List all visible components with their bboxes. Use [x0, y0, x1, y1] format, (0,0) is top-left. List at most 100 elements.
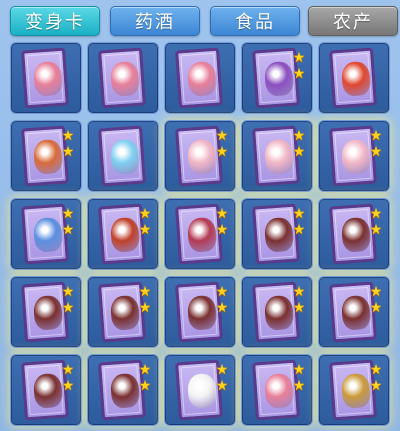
item-grid: ★ ★ ★ ★ ★ ★ ★ ★ ★ ★ ★ ★ ★ ★ ★ ★ ★ ★ ★ ★ ★ ★ ★ ★ ★ ★ ★ ★ ★ ★ ★ ★ ★ ★ ★ ★ ★ ★ ★ ★ [10, 42, 396, 431]
item-slot[interactable]: ★ ★ [318, 276, 390, 348]
dark-angel-icon [32, 372, 64, 409]
star-icon: ★ [292, 128, 306, 144]
dark-angel-icon [340, 294, 372, 331]
star-rating: ★ ★ [215, 285, 231, 317]
star-icon: ★ [369, 206, 383, 222]
star-icon: ★ [138, 284, 152, 300]
star-rating: ★ ★ [215, 207, 231, 239]
item-slot[interactable]: ★ ★ [10, 354, 82, 426]
pink-bear-icon [109, 60, 141, 97]
dark-angel-icon [340, 216, 372, 253]
item-slot[interactable]: ★ ★ [164, 354, 236, 426]
star-rating: ★ ★ [61, 363, 77, 395]
star-rating: ★ ★ [292, 51, 308, 83]
star-icon: ★ [138, 300, 152, 316]
star-rating: ★ ★ [61, 285, 77, 317]
star-icon: ★ [292, 300, 306, 316]
item-slot[interactable]: ★ ★ [241, 42, 313, 114]
transform-card [21, 47, 69, 109]
item-slot[interactable]: ★ ★ [241, 120, 313, 192]
star-rating: ★ ★ [61, 207, 77, 239]
pink-bear-icon [32, 60, 64, 97]
star-icon: ★ [369, 144, 383, 160]
star-rating: ★ ★ [369, 285, 385, 317]
star-icon: ★ [215, 284, 229, 300]
star-icon: ★ [292, 362, 306, 378]
dark-angel-icon [263, 216, 295, 253]
star-rating: ★ ★ [292, 285, 308, 317]
star-icon: ★ [292, 66, 306, 82]
item-slot[interactable]: ★ ★ [318, 198, 390, 270]
transform-card [98, 47, 146, 109]
item-slot[interactable]: ★ ★ [164, 276, 236, 348]
item-slot[interactable]: ★ ★ [10, 198, 82, 270]
star-icon: ★ [61, 284, 75, 300]
item-slot[interactable]: ★ ★ [10, 276, 82, 348]
item-slot[interactable]: ★ ★ [164, 120, 236, 192]
star-icon: ★ [292, 206, 306, 222]
ice-fairy-icon [109, 138, 141, 175]
star-rating: ★ ★ [138, 363, 154, 395]
item-slot[interactable] [87, 120, 159, 192]
star-icon: ★ [61, 128, 75, 144]
tab-farm-produce[interactable]: 农产 [308, 6, 398, 36]
star-icon: ★ [369, 222, 383, 238]
item-slot[interactable]: ★ ★ [241, 198, 313, 270]
item-slot[interactable]: ★ ★ [87, 198, 159, 270]
item-slot[interactable]: ★ ★ [241, 276, 313, 348]
star-rating: ★ ★ [292, 363, 308, 395]
star-icon: ★ [369, 128, 383, 144]
item-slot[interactable] [10, 42, 82, 114]
star-icon: ★ [369, 300, 383, 316]
category-tabs: 变身卡 药酒 食品 农产 [10, 6, 398, 36]
star-icon: ★ [369, 284, 383, 300]
star-rating: ★ ★ [138, 207, 154, 239]
star-icon: ★ [61, 378, 75, 394]
purple-dragon-icon [263, 60, 295, 97]
star-icon: ★ [215, 378, 229, 394]
star-icon: ★ [61, 300, 75, 316]
star-icon: ★ [292, 284, 306, 300]
tab-medicine-wine[interactable]: 药酒 [110, 6, 200, 36]
gold-warrior-icon [340, 372, 372, 409]
star-icon: ★ [215, 144, 229, 160]
star-rating: ★ ★ [215, 129, 231, 161]
white-bunny-icon [186, 372, 218, 409]
tab-food[interactable]: 食品 [210, 6, 300, 36]
bunny-girl-icon [340, 138, 372, 175]
item-slot[interactable]: ★ ★ [10, 120, 82, 192]
star-icon: ★ [292, 378, 306, 394]
dark-angel-icon [263, 294, 295, 331]
item-slot[interactable]: ★ ★ [87, 354, 159, 426]
star-icon: ★ [61, 206, 75, 222]
transform-card [98, 125, 146, 187]
tab-transform-card[interactable]: 变身卡 [10, 6, 100, 36]
star-rating: ★ ★ [292, 129, 308, 161]
star-icon: ★ [61, 144, 75, 160]
star-rating: ★ ★ [215, 363, 231, 395]
item-slot[interactable] [164, 42, 236, 114]
item-slot[interactable]: ★ ★ [241, 354, 313, 426]
dark-angel-icon [32, 294, 64, 331]
star-icon: ★ [215, 128, 229, 144]
dark-angel-icon [109, 372, 141, 409]
dark-angel-icon [186, 294, 218, 331]
item-slot[interactable] [87, 42, 159, 114]
item-slot[interactable]: ★ ★ [164, 198, 236, 270]
item-slot[interactable]: ★ ★ [87, 276, 159, 348]
pink-bear-icon [186, 60, 218, 97]
armored-knight-icon [186, 216, 218, 253]
star-rating: ★ ★ [369, 207, 385, 239]
transform-card [329, 47, 377, 109]
star-icon: ★ [215, 300, 229, 316]
item-slot[interactable]: ★ ★ [318, 120, 390, 192]
star-icon: ★ [138, 362, 152, 378]
star-rating: ★ ★ [61, 129, 77, 161]
star-rating: ★ ★ [369, 363, 385, 395]
star-icon: ★ [61, 222, 75, 238]
item-slot[interactable] [318, 42, 390, 114]
bunny-girl-icon [186, 138, 218, 175]
item-slot[interactable]: ★ ★ [318, 354, 390, 426]
star-rating: ★ ★ [292, 207, 308, 239]
star-icon: ★ [215, 222, 229, 238]
